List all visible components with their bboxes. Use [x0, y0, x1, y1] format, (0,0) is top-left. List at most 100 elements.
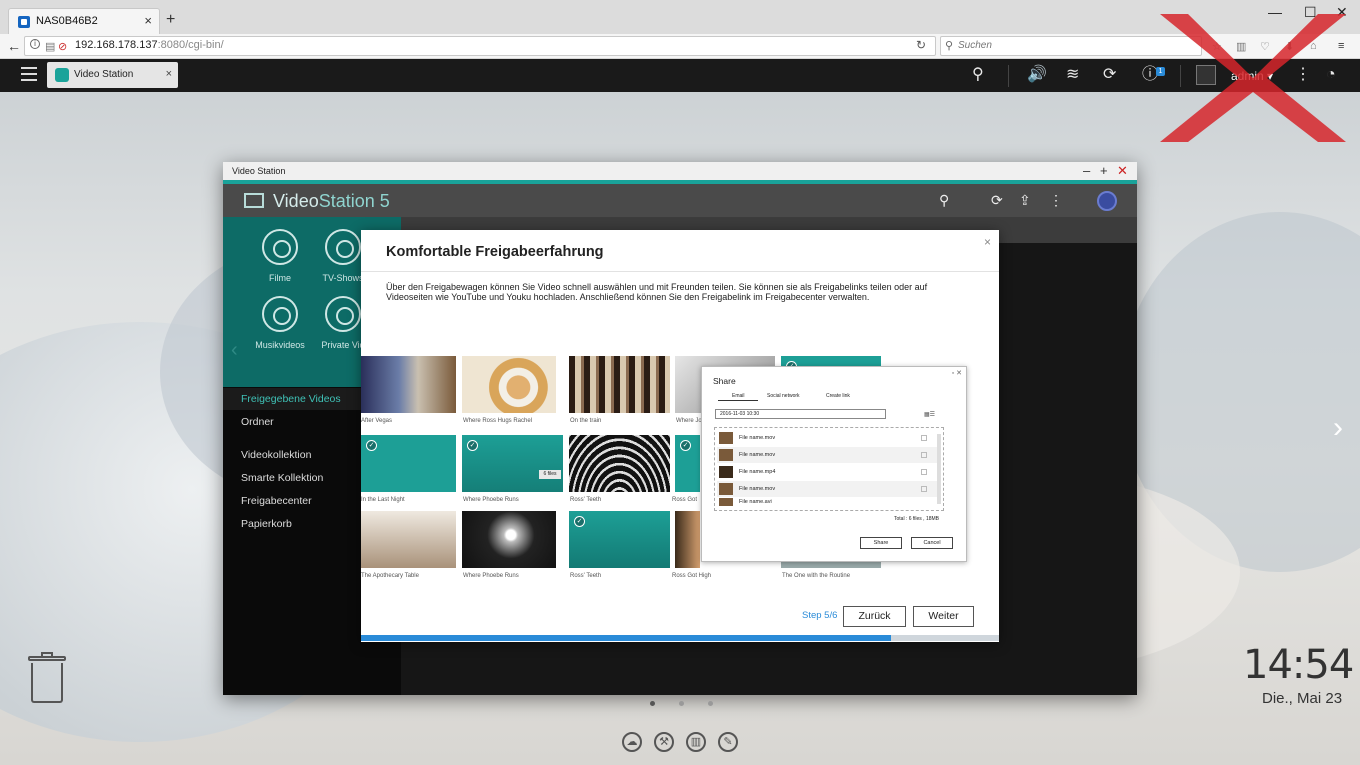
film-reel-icon	[262, 229, 298, 265]
share-total: Total : 6 files , 18MB	[894, 516, 940, 522]
clock-time: 14:54	[1243, 642, 1354, 688]
video-thumbnail	[462, 356, 556, 413]
desktop-pager	[650, 695, 737, 709]
volume-icon[interactable]: 🔊	[1027, 66, 1047, 84]
site-info-icon[interactable]: i	[30, 39, 40, 49]
insecure-lock-icon: ⊘	[58, 41, 68, 53]
search-icon[interactable]: ⚲	[972, 66, 984, 84]
more-icon[interactable]: ⋮	[1049, 192, 1063, 209]
video-thumbnail	[781, 561, 881, 568]
nas-favicon-icon	[18, 16, 30, 28]
share-button: Share	[860, 537, 902, 549]
checkmark-icon: ✓	[680, 440, 691, 451]
search-icon[interactable]: ⚲	[939, 192, 949, 209]
taskbar-app-close-button[interactable]: ×	[166, 68, 172, 80]
thumbnail-caption: Where Phoebe Runs	[463, 497, 519, 503]
main-menu-icon[interactable]	[21, 67, 37, 81]
chevron-right-icon[interactable]: ›	[1333, 413, 1343, 443]
panels-icon[interactable]: ▥	[686, 732, 706, 752]
view-toggle-icon: ▦☰	[924, 412, 936, 418]
cancel-button: Cancel	[911, 537, 953, 549]
thumbnail-caption: Where Jo	[676, 418, 702, 424]
music-icon	[262, 296, 298, 332]
video-thumbnail	[361, 511, 456, 568]
share-tab-social: Social network	[767, 393, 800, 399]
step-indicator: Step 5/6	[802, 610, 838, 621]
qts-taskbar: Video Station × ⚲ 🔊 ≋ ⟳ ⓘ 1 admin ▾ ⋮ ◔	[0, 59, 1360, 92]
clock-date: Die., Mai 23	[1262, 690, 1343, 707]
dialog-description: Über den Freigabewagen können Sie Video …	[386, 282, 928, 302]
share-file-list: File name.mov File name.mov File name.mp…	[714, 427, 944, 511]
thumbnail-caption: After Vegas	[361, 418, 393, 424]
search-placeholder: Suchen	[958, 40, 992, 51]
progress-bar	[361, 635, 999, 641]
share-file-row: File name.mp4	[717, 464, 939, 480]
thumbnail-caption: Where Ross Hugs Rachel	[463, 418, 533, 424]
video-thumbnail-selected: ✓	[361, 435, 456, 492]
thumbnail-caption: Ross Got	[672, 497, 698, 503]
recycle-bin-icon[interactable]	[28, 652, 66, 704]
back-button[interactable]: Zurück	[843, 606, 906, 627]
share-dialog-illustration: Share ▫ ✕ Email Social network Create li…	[701, 366, 967, 562]
sync-icon[interactable]: ⟳	[1103, 66, 1116, 84]
video-thumbnail-selected: ✓	[675, 435, 700, 492]
video-thumbnail	[675, 511, 700, 568]
refresh-icon[interactable]: ⟳	[991, 192, 1003, 209]
thumbnail-caption: Ross' Teeth	[570, 573, 602, 579]
reload-icon[interactable]: ↻	[916, 38, 926, 52]
share-tab-link: Create link	[826, 393, 850, 399]
thumbnail-caption: On the train	[570, 418, 602, 424]
video-thumbnail	[462, 511, 556, 568]
app-header: VideoStation 5 ⚲ ⟳ ⇪ ⋮	[223, 184, 1137, 217]
browser-tab-close-button[interactable]: ×	[144, 13, 152, 28]
chevron-left-icon[interactable]: ‹	[231, 339, 238, 362]
user-avatar[interactable]	[1097, 191, 1117, 211]
app-brand: VideoStation 5	[273, 191, 390, 211]
progress-fill	[361, 635, 891, 641]
taskbar-app-label: Video Station	[74, 69, 134, 80]
upload-icon[interactable]: ⇪	[1019, 192, 1031, 209]
browser-tab-title: NAS0B46B2	[36, 15, 98, 27]
category-music-videos[interactable]: Musikvideos	[250, 296, 310, 350]
dialog-close-button[interactable]: ×	[984, 235, 991, 249]
checkmark-icon: ✓	[366, 440, 377, 451]
thumbnail-caption: The Apothecary Table	[361, 573, 419, 579]
url-text: 192.168.178.137:8080/cgi-bin/	[75, 39, 224, 51]
thumbnail-caption: In the Last Night	[361, 497, 405, 503]
browser-navbar: ← i ▤ ⊘ 192.168.178.137:8080/cgi-bin/ ↻ …	[0, 34, 1360, 59]
share-window-controls: ▫ ✕	[951, 370, 962, 377]
dialog-title: Komfortable Freigabeerfahrung	[386, 244, 604, 260]
window-close-button[interactable]: ✕	[1117, 163, 1128, 178]
camera-icon	[325, 296, 361, 332]
next-button[interactable]: Weiter	[913, 606, 974, 627]
tools-icon[interactable]: ⚒	[654, 732, 674, 752]
window-title: Video Station	[232, 166, 286, 176]
taskbar-app-video-station[interactable]: Video Station ×	[47, 62, 178, 88]
window-minimize-button[interactable]: –	[1083, 163, 1090, 178]
thumbnail-caption: Ross' Teeth	[570, 497, 602, 503]
browser-tab[interactable]: NAS0B46B2 ×	[8, 8, 160, 34]
video-thumbnail-selected: ✓	[462, 435, 563, 492]
files-badge: 6 files	[539, 470, 561, 479]
back-arrow-icon[interactable]: ←	[7, 38, 21, 54]
stack-icon[interactable]: ≋	[1066, 66, 1079, 84]
watermark-logo	[1160, 14, 1346, 142]
new-tab-button[interactable]: +	[166, 12, 175, 28]
share-file-row: File name.avi	[717, 496, 939, 508]
video-thumbnail-selected: ✓	[569, 511, 670, 568]
share-tab-email: Email	[732, 393, 745, 399]
share-file-row: File name.mov	[717, 447, 939, 463]
cloud-icon[interactable]: ☁	[622, 732, 642, 752]
share-file-row: File name.mov	[717, 430, 939, 446]
checkmark-icon: ✓	[574, 516, 585, 527]
window-maximize-button[interactable]: +	[1100, 163, 1108, 178]
category-movies[interactable]: Filme	[250, 229, 310, 283]
share-date-field: 2016-11-03 10:30	[715, 409, 886, 419]
share-file-row: File name.mov	[717, 481, 939, 497]
page-icon: ▤	[45, 41, 56, 53]
notes-icon[interactable]: ✎	[718, 732, 738, 752]
tv-icon	[325, 229, 361, 265]
thumbnail-caption: The One with the Routine	[782, 573, 851, 579]
video-thumbnail	[569, 356, 670, 413]
window-titlebar[interactable]: Video Station – + ✕	[223, 162, 1137, 180]
